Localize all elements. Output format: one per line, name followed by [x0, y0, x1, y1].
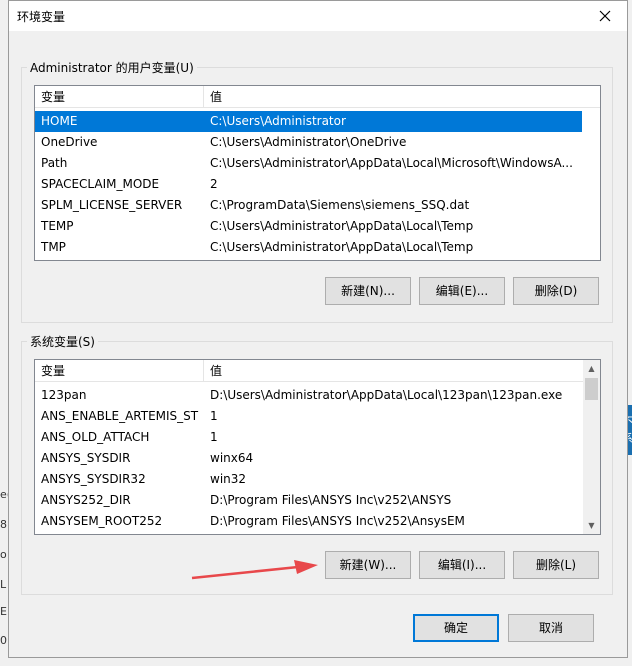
user-edit-button[interactable]: 编辑(E)...: [419, 277, 505, 305]
variable-name: ANSYSEM_ROOT252: [41, 514, 163, 528]
table-row[interactable]: ANSYS_SYSDIR winx64: [35, 448, 583, 469]
table-row[interactable]: SPACECLAIM_MODE 2: [35, 174, 582, 195]
variable-name: Path: [41, 156, 68, 170]
scroll-thumb[interactable]: [585, 378, 598, 400]
variable-name: ANSYS_SYSDIR: [41, 451, 131, 465]
table-row[interactable]: OneDrive C:\Users\Administrator\OneDrive: [35, 132, 582, 153]
vertical-scrollbar[interactable]: ▲ ▼: [583, 360, 600, 534]
table-row[interactable]: Path C:\Users\Administrator\AppData\Loca…: [35, 153, 582, 174]
system-new-button[interactable]: 新建(W)...: [325, 551, 411, 579]
column-header-value[interactable]: 值: [204, 86, 584, 108]
system-variables-list[interactable]: 变量 值 123pan D:\Users\Administrator\AppDa…: [34, 359, 601, 535]
variable-value: C:\ProgramData\Siemens\siemens_SSQ.dat: [210, 198, 470, 212]
user-variables-group-label: Administrator 的用户变量(U): [27, 59, 197, 76]
variable-value: winx64: [210, 451, 254, 465]
table-row[interactable]: ANS_ENABLE_ARTEMIS_ST 1: [35, 406, 583, 427]
user-new-button[interactable]: 新建(N)...: [325, 277, 411, 305]
background-text-fragment: o: [0, 548, 7, 561]
ok-button[interactable]: 确定: [413, 614, 499, 642]
variable-name: SPACECLAIM_MODE: [41, 177, 160, 191]
background-text-fragment: L: [0, 578, 7, 591]
system-variables-group-label: 系统变量(S): [27, 333, 98, 350]
background-text-fragment: 8: [0, 518, 7, 531]
close-button[interactable]: [583, 1, 627, 31]
background-text-fragment: E: [0, 605, 7, 618]
table-row[interactable]: TEMP C:\Users\Administrator\AppData\Loca…: [35, 216, 582, 237]
scroll-down-arrow-icon[interactable]: ▼: [583, 517, 600, 534]
variable-name: SPLM_LICENSE_SERVER: [41, 198, 183, 212]
variable-value: win32: [210, 472, 247, 486]
table-row[interactable]: SPLM_LICENSE_SERVER C:\ProgramData\Sieme…: [35, 195, 582, 216]
variable-value: C:\Users\Administrator\OneDrive: [210, 135, 407, 149]
variable-name: OneDrive: [41, 135, 98, 149]
table-row[interactable]: ANSYSEM_ROOT252 D:\Program Files\ANSYS I…: [35, 511, 583, 532]
table-row[interactable]: ANSYS_SYSDIR32 win32: [35, 469, 583, 490]
variable-name: ANSYS_SYSDIR32: [41, 472, 146, 486]
variable-name: TEMP: [41, 219, 74, 233]
title-bar: 环境变量: [9, 1, 627, 31]
variable-name: ANSYS252_DIR: [41, 493, 131, 507]
table-row[interactable]: ANS_OLD_ATTACH 1: [35, 427, 583, 448]
variable-value: C:\Users\Administrator: [210, 114, 346, 128]
scroll-up-arrow-icon[interactable]: ▲: [583, 360, 600, 377]
variable-value: C:\Users\Administrator\AppData\Local\Tem…: [210, 219, 474, 233]
system-variables-header: 变量 值: [35, 360, 600, 382]
close-icon: [599, 10, 611, 22]
column-header-value[interactable]: 值: [204, 360, 584, 382]
dialog-title: 环境变量: [17, 10, 66, 24]
variable-value: D:\Users\Administrator\AppData\Local\123…: [210, 388, 563, 402]
user-delete-button[interactable]: 删除(D): [513, 277, 599, 305]
cancel-button[interactable]: 取消: [508, 614, 594, 642]
variable-value: 1: [210, 409, 218, 423]
variable-name: HOME: [41, 114, 78, 128]
variable-value: C:\Users\Administrator\AppData\Local\Tem…: [210, 240, 474, 254]
background-text-fragment: 0: [0, 634, 7, 647]
variable-value: D:\Program Files\ANSYS Inc\v252\ANSYS: [210, 493, 452, 507]
table-row[interactable]: TMP C:\Users\Administrator\AppData\Local…: [35, 237, 582, 258]
annotation-arrow-icon: [191, 560, 318, 580]
variable-name: 123pan: [41, 388, 87, 402]
user-variables-list[interactable]: 变量 值 HOME C:\Users\Administrator OneDriv…: [34, 85, 601, 261]
variable-value: C:\Users\Administrator\AppData\Local\Mic…: [210, 156, 573, 170]
variable-value: D:\Program Files\ANSYS Inc\v252\AnsysEM: [210, 514, 465, 528]
system-edit-button[interactable]: 编辑(I)...: [419, 551, 505, 579]
variable-value: 1: [210, 430, 218, 444]
system-delete-button[interactable]: 删除(L): [513, 551, 599, 579]
table-row[interactable]: HOME C:\Users\Administrator: [35, 111, 582, 132]
variable-name: TMP: [41, 240, 66, 254]
variable-value: 2: [210, 177, 218, 191]
column-header-variable[interactable]: 变量: [35, 360, 203, 382]
user-variables-header: 变量 值: [35, 86, 600, 108]
variable-name: ANS_ENABLE_ARTEMIS_ST: [41, 409, 199, 423]
column-header-variable[interactable]: 变量: [35, 86, 203, 108]
table-row[interactable]: 123pan D:\Users\Administrator\AppData\Lo…: [35, 385, 583, 406]
table-row[interactable]: ANSYS252_DIR D:\Program Files\ANSYS Inc\…: [35, 490, 583, 511]
variable-name: ANS_OLD_ATTACH: [41, 430, 150, 444]
